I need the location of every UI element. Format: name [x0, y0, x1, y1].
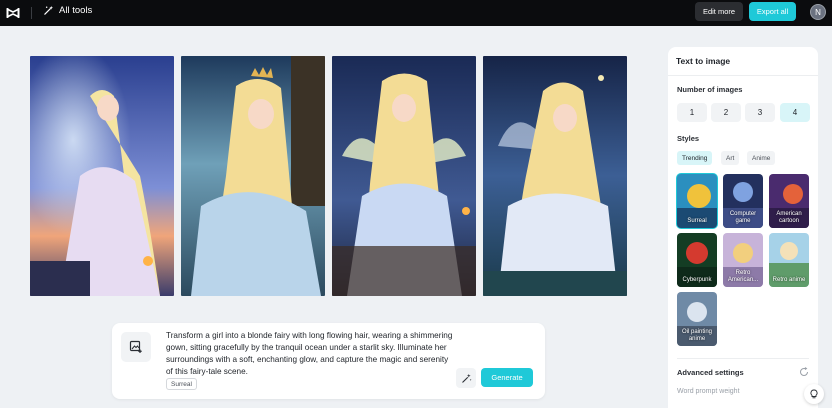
- style-retro-american[interactable]: Retro American...: [723, 233, 763, 287]
- prompt-textarea[interactable]: Transform a girl into a blonde fairy wit…: [166, 330, 456, 378]
- generated-fairy-image-icon: [483, 56, 627, 296]
- upload-reference-image-button[interactable]: [121, 332, 151, 362]
- text-to-image-panel: Text to image Number of images 1 2 3 4 S…: [668, 47, 818, 408]
- advanced-settings-label[interactable]: Advanced settings: [677, 368, 744, 377]
- top-bar: All tools Edit more Export all N: [0, 0, 832, 26]
- generate-button[interactable]: Generate: [481, 368, 533, 387]
- style-label: Cyberpunk: [682, 277, 712, 283]
- tab-art[interactable]: Art: [721, 151, 740, 165]
- number-option-4[interactable]: 4: [780, 103, 810, 122]
- tab-anime[interactable]: Anime: [747, 151, 776, 165]
- generated-fairy-image-icon: [30, 56, 174, 296]
- generated-image-2[interactable]: [181, 56, 325, 296]
- style-label: Surreal: [687, 218, 707, 224]
- sparkle-wand-icon: [461, 373, 472, 383]
- prompt-box: Transform a girl into a blonde fairy wit…: [112, 323, 545, 399]
- all-tools-label: All tools: [59, 5, 93, 16]
- export-all-button[interactable]: Export all: [749, 2, 796, 21]
- style-oil-painting-anime[interactable]: Oil painting anime: [677, 292, 717, 346]
- capcut-logo-icon[interactable]: [5, 5, 21, 21]
- reset-icon[interactable]: [799, 367, 809, 377]
- style-american-cartoon[interactable]: American cartoon: [769, 174, 809, 228]
- panel-title: Text to image: [676, 56, 731, 66]
- style-label: American cartoon: [776, 211, 802, 224]
- lightbulb-icon: [810, 389, 818, 399]
- generated-fairy-image-icon: [181, 56, 325, 296]
- styles-label: Styles: [677, 134, 700, 143]
- panel-divider: [668, 75, 818, 76]
- style-label: Computer game: [729, 211, 757, 224]
- generated-image-3[interactable]: [332, 56, 476, 296]
- word-prompt-weight-label: Word prompt weight: [677, 388, 740, 395]
- magic-wand-icon: [44, 5, 54, 15]
- style-cyberpunk[interactable]: Cyberpunk: [677, 233, 717, 287]
- style-label: Oil painting anime: [681, 329, 713, 342]
- generated-image-4[interactable]: [483, 56, 627, 296]
- style-label: Retro anime: [772, 277, 806, 283]
- generated-image-1[interactable]: [30, 56, 174, 296]
- style-label: Retro American...: [727, 270, 759, 283]
- number-option-3[interactable]: 3: [745, 103, 775, 122]
- style-tag[interactable]: Surreal: [166, 378, 197, 390]
- enhance-prompt-button[interactable]: [456, 368, 476, 388]
- generated-fairy-image-icon: [332, 56, 476, 296]
- help-tips-button[interactable]: [804, 384, 824, 404]
- edit-more-button[interactable]: Edit more: [695, 2, 743, 21]
- style-retro-anime[interactable]: Retro anime: [769, 233, 809, 287]
- number-of-images-label: Number of images: [677, 85, 743, 94]
- advanced-divider: [677, 358, 809, 359]
- avatar[interactable]: N: [810, 4, 826, 20]
- all-tools-button[interactable]: All tools: [43, 5, 92, 16]
- number-option-1[interactable]: 1: [677, 103, 707, 122]
- tab-trending[interactable]: Trending: [677, 151, 713, 165]
- style-surreal[interactable]: Surreal: [676, 173, 718, 229]
- number-option-2[interactable]: 2: [711, 103, 741, 122]
- style-computer-game[interactable]: Computer game: [723, 174, 763, 228]
- image-add-icon: [129, 340, 142, 353]
- topbar-divider: [31, 7, 32, 19]
